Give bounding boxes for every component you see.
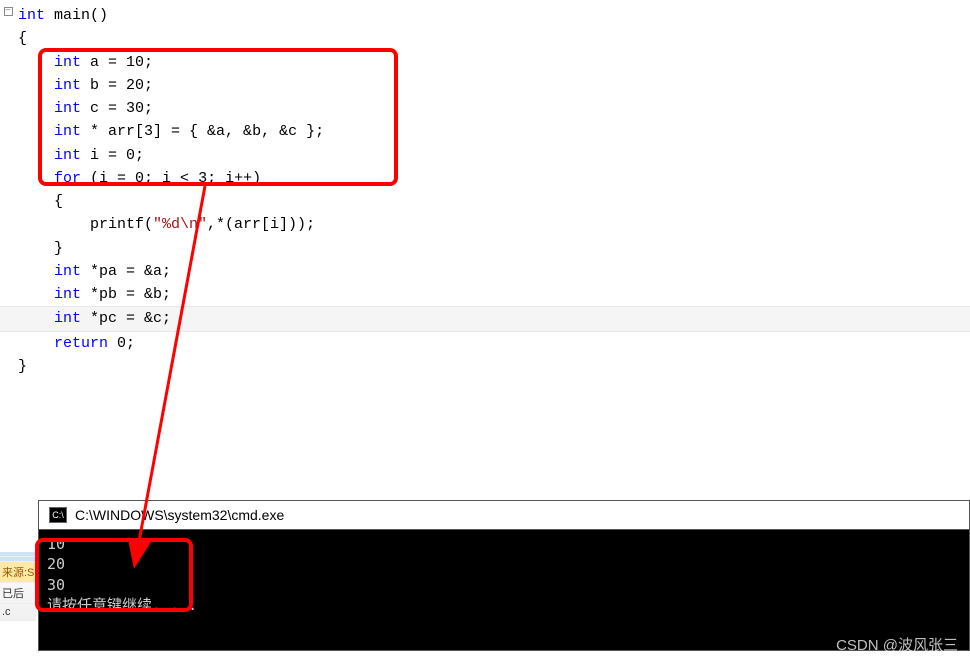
console-line: 请按任意键继续. . . [47, 595, 961, 615]
console-output[interactable]: 10 20 30 请按任意键继续. . . [39, 530, 969, 650]
console-window: C:\ C:\WINDOWS\system32\cmd.exe 10 20 30… [38, 500, 970, 651]
code-line: −int main() [0, 4, 970, 27]
console-title-text: C:\WINDOWS\system32\cmd.exe [75, 507, 284, 523]
code-line: int a = 10; [0, 51, 970, 74]
fold-toggle[interactable]: − [2, 4, 14, 21]
code-line: { [0, 190, 970, 213]
console-title-bar[interactable]: C:\ C:\WINDOWS\system32\cmd.exe [39, 501, 969, 530]
sidebar-item[interactable]: .c [0, 604, 36, 621]
code-line: { [0, 27, 970, 50]
sidebar-item[interactable]: 来源:S [0, 562, 36, 583]
code-line-current: int *pc = &c; [0, 306, 970, 331]
code-line: int * arr[3] = { &a, &b, &c }; [0, 120, 970, 143]
code-line: printf("%d\n",*(arr[i])); [0, 213, 970, 236]
console-line: 30 [47, 575, 961, 595]
console-line: 10 [47, 534, 961, 554]
code-line: int *pb = &b; [0, 283, 970, 306]
console-line: 20 [47, 554, 961, 574]
sidebar-item[interactable]: 已后 [0, 583, 36, 604]
code-line: int b = 20; [0, 74, 970, 97]
code-line: for (i = 0; i < 3; i++) [0, 167, 970, 190]
code-line: } [0, 237, 970, 260]
code-line: } [0, 355, 970, 378]
code-line: int i = 0; [0, 144, 970, 167]
code-editor[interactable]: −int main() { int a = 10; int b = 20; in… [0, 0, 970, 382]
code-line: return 0; [0, 332, 970, 355]
cmd-icon: C:\ [49, 507, 67, 523]
code-line: int *pa = &a; [0, 260, 970, 283]
left-sidebar-fragment: 来源:S 已后 .c [0, 552, 36, 621]
code-line: int c = 30; [0, 97, 970, 120]
